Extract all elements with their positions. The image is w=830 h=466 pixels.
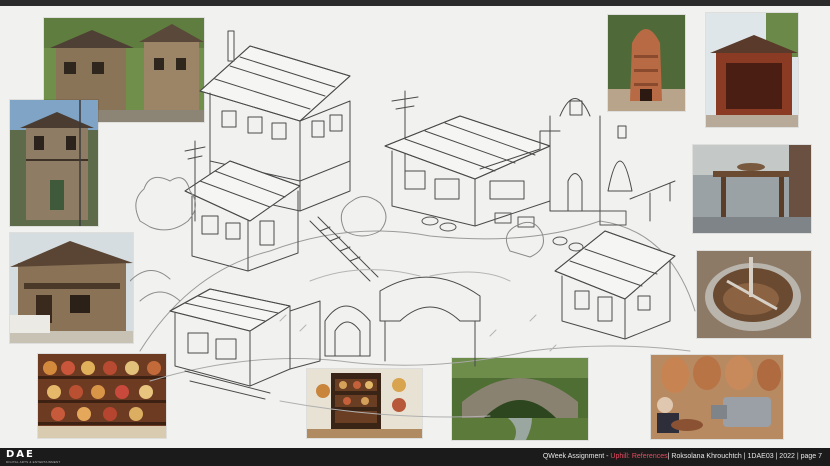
footer-meta: | Roksolana Khrouchtch | 1DAE03 | 2022 |… bbox=[667, 453, 822, 460]
logo-text: DAE bbox=[6, 449, 35, 460]
logo-subtitle: DIGITAL ARTS & ENTERTAINMENT bbox=[6, 460, 61, 464]
reference-photo-stone-house bbox=[10, 233, 133, 343]
footer-highlight: Uphill: References bbox=[610, 453, 668, 460]
reference-photo-kiln-shed bbox=[706, 13, 798, 127]
footer-caption: QWeek Assignment - Uphill: References| R… bbox=[543, 453, 822, 460]
sketch-kiln bbox=[549, 98, 633, 212]
reference-photo-tall-house bbox=[10, 100, 98, 226]
dae-logo: DAE DIGITAL ARTS & ENTERTAINMENT bbox=[6, 449, 60, 465]
sketch-arch-bridge bbox=[324, 276, 481, 367]
slide-canvas bbox=[0, 6, 830, 448]
sketch-pottery-stall bbox=[169, 288, 321, 400]
footer-bar: DAE DIGITAL ARTS & ENTERTAINMENT QWeek A… bbox=[0, 448, 830, 466]
reference-photo-clay-mixer bbox=[697, 251, 811, 338]
sketch-workshop bbox=[384, 115, 561, 227]
reference-photo-pottery-wheel bbox=[693, 145, 811, 233]
village-concept-sketch bbox=[130, 30, 696, 418]
footer-course: QWeek Assignment - bbox=[542, 453, 611, 460]
